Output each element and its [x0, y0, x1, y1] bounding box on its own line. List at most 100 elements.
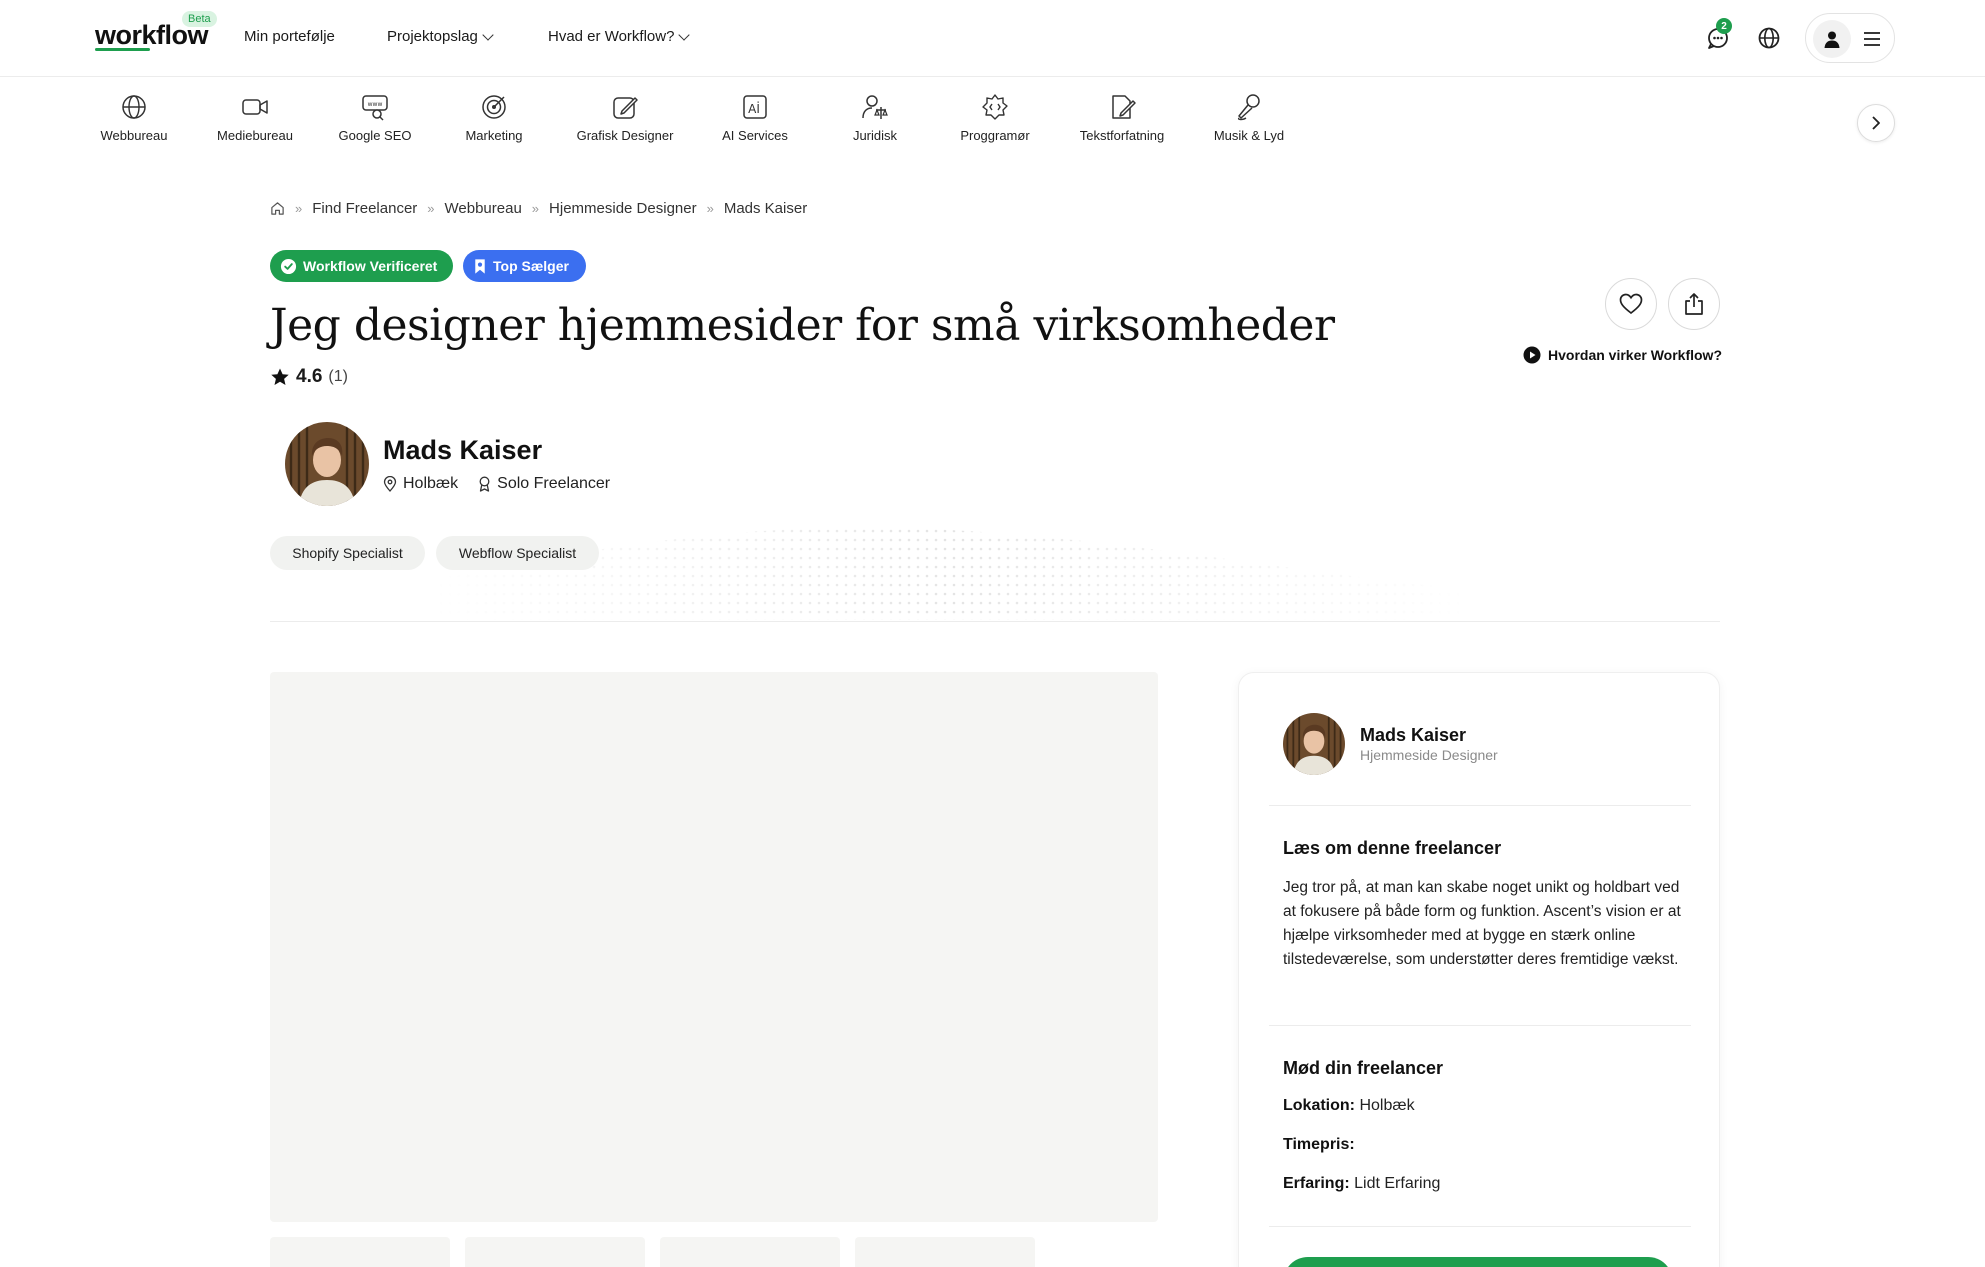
code-gear-icon — [982, 94, 1008, 120]
meet-heading: Mød din freelancer — [1283, 1058, 1444, 1078]
category-label: Musik & Lyd — [1213, 128, 1285, 143]
freelancer-name: Mads Kaiser — [383, 435, 543, 465]
freelancer-type: Solo Freelancer — [497, 475, 611, 492]
notification-count-badge: 2 — [1716, 18, 1732, 34]
favorite-button[interactable] — [1605, 278, 1657, 330]
user-icon — [1824, 31, 1840, 48]
beta-badge: Beta — [182, 11, 217, 27]
portfolio-thumbnail[interactable] — [660, 1237, 840, 1267]
freelancer-sidebar-card: Mads Kaiser Hjemmeside Designer Læs om d… — [1238, 672, 1720, 1267]
categories-next-button[interactable] — [1857, 104, 1895, 142]
play-circle-icon — [1523, 346, 1541, 364]
video-camera-icon — [242, 99, 268, 115]
freelancer-avatar[interactable] — [285, 422, 369, 506]
portrait-image — [285, 422, 369, 506]
breadcrumb-link[interactable]: Webbureau — [445, 200, 522, 217]
section-divider — [270, 621, 1720, 622]
svg-text:www: www — [368, 101, 383, 108]
category-ai-services[interactable]: Aİ AI Services — [695, 92, 815, 143]
bookmark-icon — [475, 258, 485, 274]
breadcrumb-link[interactable]: Hjemmeside Designer — [549, 200, 697, 217]
nav-label: Min portefølje — [244, 28, 335, 45]
category-marketing[interactable]: Marketing — [434, 92, 554, 143]
nav-label: Hvad er Workflow? — [548, 28, 675, 45]
rating-value: 4.6 — [296, 366, 323, 387]
portfolio-thumbnail[interactable] — [855, 1237, 1035, 1267]
category-label: Juridisk — [852, 128, 898, 143]
breadcrumb-link[interactable]: Find Freelancer — [312, 200, 417, 217]
info-row-location: Lokation: Holbæk — [1283, 1097, 1415, 1115]
avatar — [1813, 20, 1851, 58]
skill-chip[interactable]: Shopify Specialist — [270, 536, 425, 570]
nav-projektopslag[interactable]: Projektopslag — [387, 28, 494, 45]
nav-min-portefolje[interactable]: Min portefølje — [244, 28, 335, 45]
legal-scale-icon — [862, 95, 888, 119]
card-divider — [1269, 1226, 1691, 1227]
category-google-seo[interactable]: www Google SEO — [315, 92, 435, 143]
category-musik-lyd[interactable]: Musik & Lyd — [1189, 92, 1309, 143]
sidebar-freelancer-name[interactable]: Mads Kaiser — [1360, 725, 1466, 746]
how-workflow-works-link[interactable]: Hvordan virker Workflow? — [1523, 346, 1722, 364]
category-label: Grafisk Designer — [576, 128, 674, 143]
category-label: AI Services — [722, 128, 788, 143]
breadcrumb-separator: » — [531, 201, 540, 216]
breadcrumb-separator: » — [706, 201, 714, 216]
category-webbureau[interactable]: Webbureau — [74, 92, 194, 143]
location-pin-icon — [383, 476, 397, 492]
category-label: Mediebureau — [217, 128, 293, 143]
rating: 4.6 (1) — [270, 366, 348, 388]
user-menu-button[interactable] — [1805, 13, 1895, 63]
portrait-image — [1283, 713, 1345, 775]
share-button[interactable] — [1668, 278, 1720, 330]
logo-underline — [95, 48, 150, 51]
breadcrumb: » Find Freelancer » Webbureau » Hjemmesi… — [270, 200, 807, 217]
category-mediebureau[interactable]: Mediebureau — [195, 92, 315, 143]
portfolio-thumbnail[interactable] — [270, 1237, 450, 1267]
page-title: Jeg designer hjemmesider for små virksom… — [270, 300, 1335, 351]
globe-icon — [122, 95, 146, 119]
card-divider — [1269, 1025, 1691, 1026]
info-value: Lidt Erfaring — [1354, 1175, 1441, 1192]
rating-count[interactable]: (1) — [328, 368, 348, 386]
home-icon[interactable] — [270, 201, 285, 216]
info-label: Lokation: — [1283, 1097, 1355, 1114]
www-search-icon: www — [362, 95, 388, 121]
design-pen-icon — [613, 97, 638, 119]
info-row-experience: Erfaring: Lidt Erfaring — [1283, 1175, 1440, 1193]
chevron-down-icon — [678, 28, 691, 41]
top-navigation: workflow Beta Min portefølje Projektopsl… — [0, 0, 1985, 77]
category-grafisk-designer[interactable]: Grafisk Designer — [565, 92, 685, 143]
portfolio-thumbnail[interactable] — [465, 1237, 645, 1267]
how-link-label: Hvordan virker Workflow? — [1548, 347, 1723, 363]
hamburger-menu-icon — [1864, 32, 1880, 46]
verified-check-icon — [280, 258, 297, 274]
share-icon — [1685, 293, 1703, 315]
category-label: Webbureau — [100, 128, 168, 143]
portfolio-main-image[interactable] — [270, 672, 1158, 1222]
about-text: Jeg tror på, at man kan skabe noget unik… — [1283, 879, 1681, 968]
category-label: Tekstforfatning — [1079, 128, 1165, 143]
freelancer-location: Holbæk — [403, 475, 459, 492]
award-ribbon-icon — [479, 476, 490, 492]
category-tekstforfatning[interactable]: Tekstforfatning — [1062, 92, 1182, 143]
ai-icon: Aİ — [743, 95, 767, 119]
skill-chip[interactable]: Webflow Specialist — [436, 536, 599, 570]
info-label: Timepris: — [1283, 1136, 1355, 1153]
contact-button[interactable] — [1283, 1257, 1673, 1267]
globe-language-icon[interactable] — [1755, 24, 1783, 52]
svg-text:Aİ: Aİ — [748, 101, 760, 116]
info-value: Holbæk — [1359, 1097, 1415, 1114]
microphone-icon — [1237, 94, 1260, 121]
breadcrumb-separator: » — [427, 201, 435, 216]
category-proggramor[interactable]: Proggramør — [935, 92, 1055, 143]
category-juridisk[interactable]: Juridisk — [815, 92, 935, 143]
category-label: Google SEO — [338, 128, 412, 143]
nav-hvad-er-workflow[interactable]: Hvad er Workflow? — [548, 28, 691, 45]
badge-label: Workflow Verificeret — [303, 258, 438, 274]
top-seller-badge: Top Sælger — [463, 250, 586, 282]
star-icon — [271, 368, 289, 385]
breadcrumb-separator: » — [295, 201, 303, 216]
avatar[interactable] — [1283, 713, 1345, 775]
nav-label: Projektopslag — [387, 28, 478, 45]
info-row-rate: Timepris: — [1283, 1136, 1355, 1154]
